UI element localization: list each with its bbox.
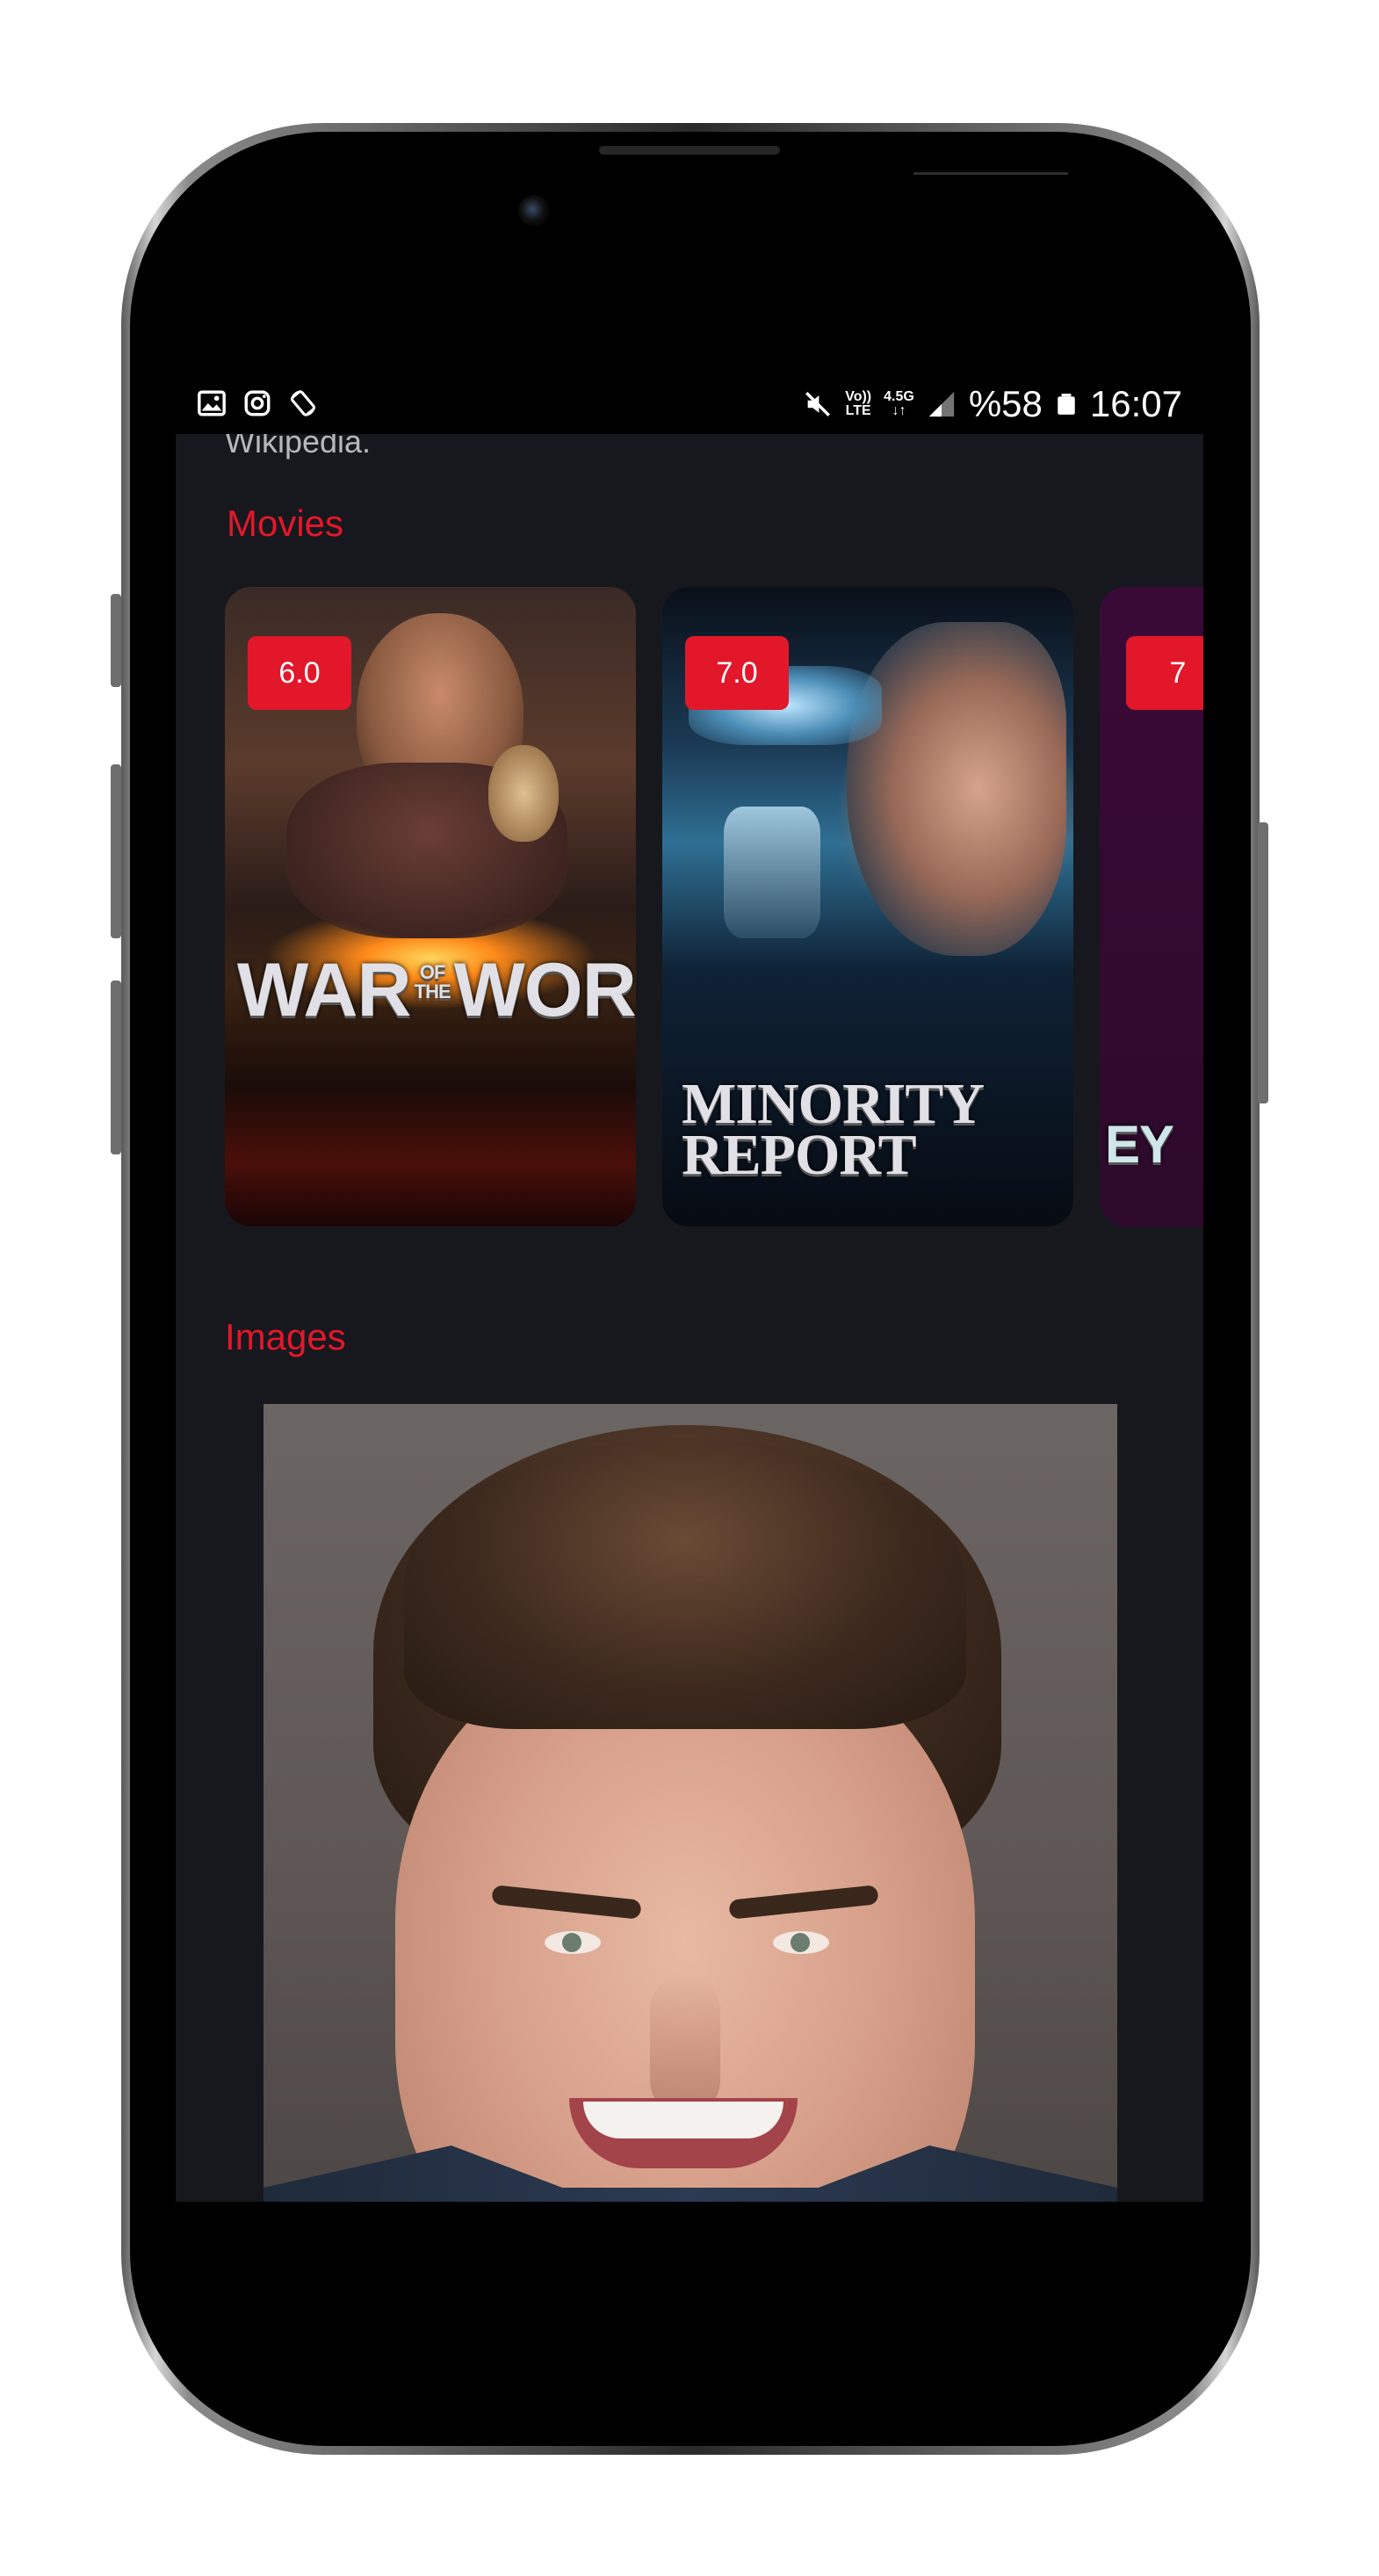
- mute-icon: [805, 392, 831, 416]
- app-screen[interactable]: Wikipedia. Movies 6.0 WAR OF THE WORLDS …: [176, 434, 1203, 2202]
- poster-title-line1: WAR: [237, 948, 412, 1032]
- movies-section-title: Movies: [227, 503, 344, 544]
- volte-bottom-label: LTE: [845, 403, 871, 418]
- poster-title: MINORITY REPORT: [682, 1075, 1059, 1187]
- instagram-icon: [244, 390, 271, 416]
- poster-title-line2: REPORT: [682, 1123, 917, 1187]
- volume-down-button: [111, 980, 121, 1154]
- network-activity-label: ↓↑: [892, 403, 906, 418]
- network-type-label: 4.5G: [884, 389, 914, 404]
- signal-icon: [928, 391, 954, 417]
- gallery-icon: [198, 390, 226, 416]
- volte-indicator: Vo)) LTE: [845, 390, 871, 418]
- front-camera: [518, 195, 550, 227]
- photo-left-eye: [545, 1931, 601, 1954]
- sensor-strip: [913, 172, 1068, 175]
- photo-right-eye: [773, 1931, 829, 1954]
- rating-badge: 7: [1126, 636, 1203, 710]
- rating-badge: 7.0: [685, 636, 789, 710]
- poster-figure: [847, 622, 1066, 956]
- photo-teeth: [583, 2102, 783, 2138]
- movie-card[interactable]: 7.0 MINORITY REPORT: [662, 587, 1073, 1226]
- movie-card[interactable]: 7 EY: [1100, 587, 1203, 1226]
- movie-card[interactable]: 6.0 WAR OF THE WORLDS: [225, 587, 636, 1226]
- power-button: [1258, 822, 1268, 1103]
- volume-silent-button: [111, 594, 121, 687]
- status-left-icons: [197, 388, 318, 418]
- actor-photo[interactable]: [264, 1404, 1117, 2202]
- screen-rotation-icon: [290, 390, 316, 416]
- photo-hairline: [404, 1439, 966, 1729]
- movies-carousel[interactable]: 6.0 WAR OF THE WORLDS 7.0 MINORITY REPOR…: [225, 587, 1203, 1228]
- battery-icon: [1058, 394, 1075, 415]
- network-type-indicator: 4.5G ↓↑: [884, 390, 914, 418]
- images-section-title: Images: [225, 1316, 346, 1357]
- poster-title: WAR OF THE WORLDS: [237, 948, 636, 1032]
- status-bar: Vo)) LTE 4.5G ↓↑ %58 16:07: [176, 378, 1203, 432]
- biography-text-fragment: Wikipedia.: [225, 434, 372, 459]
- poster-title-small: OF THE: [414, 961, 451, 1002]
- rating-badge: 6.0: [248, 636, 351, 710]
- earpiece-speaker: [599, 146, 780, 155]
- battery-percent: %58: [968, 383, 1043, 424]
- volte-top-label: Vo)): [845, 389, 872, 404]
- poster-figure: [724, 807, 820, 938]
- volume-up-button: [111, 764, 121, 938]
- clock: 16:07: [1089, 383, 1182, 424]
- poster-title: EY: [1105, 1115, 1174, 1174]
- status-right-icons: Vo)) LTE 4.5G ↓↑ %58 16:07: [803, 383, 1182, 425]
- poster-figure: [488, 745, 559, 842]
- poster-title-line2: WORLDS: [453, 948, 636, 1032]
- photo-nose: [650, 1975, 720, 2116]
